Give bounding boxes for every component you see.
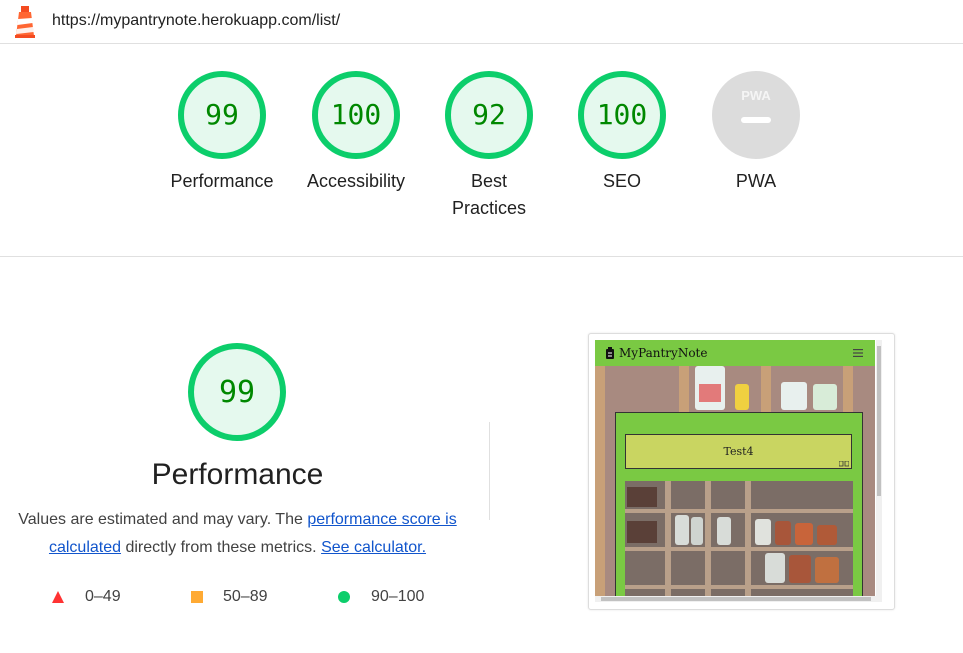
gauge-pwa[interactable]: PWA PWA xyxy=(696,70,816,195)
score-gauge-icon: 99 xyxy=(178,71,266,159)
performance-title: Performance xyxy=(151,458,324,491)
app-brand: MyPantryNote xyxy=(619,346,708,360)
gauge-seo[interactable]: 100 SEO xyxy=(562,70,682,195)
list-item: Test4 xyxy=(625,434,852,469)
gauge-label: Accessibility xyxy=(306,171,406,191)
gauge-label: Best Practices xyxy=(429,168,549,222)
legend-fail: 0–49 xyxy=(51,588,121,606)
category-scores: 99 Performance 100 Accessibility 92 Best… xyxy=(0,44,963,257)
performance-gauge-large[interactable]: 99 xyxy=(137,342,337,442)
page-url[interactable]: https://mypantrynote.herokuapp.com/list/ xyxy=(52,12,340,30)
report-header: https://mypantrynote.herokuapp.com/list/ xyxy=(0,0,963,44)
legend-range: 0–49 xyxy=(85,588,121,605)
gauge-label: PWA xyxy=(735,171,777,191)
gauge-accessibility[interactable]: 100 Accessibility xyxy=(296,70,416,195)
gauge-performance[interactable]: 99 Performance xyxy=(162,70,282,195)
legend-average: 50–89 xyxy=(190,588,268,606)
gauge-score: 92 xyxy=(472,98,506,131)
circle-icon xyxy=(338,591,350,603)
performance-description: Values are estimated and may vary. The p… xyxy=(0,506,475,562)
score-gauge-icon: 100 xyxy=(578,71,666,159)
final-screenshot[interactable]: MyPantryNote Test4 xyxy=(588,333,895,610)
divider xyxy=(489,422,490,520)
see-calculator-link[interactable]: See calculator. xyxy=(321,539,426,556)
gauge-label-line1: Best xyxy=(470,171,508,191)
list-card: Test4 xyxy=(615,412,863,602)
legend-range: 90–100 xyxy=(371,588,425,605)
clipboard-icon xyxy=(606,347,614,359)
gauge-label-line2: Practices xyxy=(451,198,527,218)
score-gauge-icon: 99 xyxy=(188,343,286,441)
pwa-badge-icon: PWA xyxy=(712,71,800,159)
jars-image xyxy=(625,481,853,602)
square-icon xyxy=(191,591,203,603)
pantry-jars-image xyxy=(625,481,853,602)
vertical-scrollbar[interactable] xyxy=(876,340,882,602)
triangle-icon xyxy=(52,591,64,603)
lighthouse-logo-icon xyxy=(15,6,35,38)
scrollbar-thumb[interactable] xyxy=(877,346,881,496)
pwa-badge-text: PWA xyxy=(741,88,771,103)
app-navbar: MyPantryNote xyxy=(595,340,875,366)
legend-range: 50–89 xyxy=(223,588,268,605)
description-text: directly from these metrics. xyxy=(121,539,322,556)
score-gauge-icon: 100 xyxy=(312,71,400,159)
edit-delete-icons xyxy=(839,461,849,467)
gauge-score: 100 xyxy=(331,98,382,131)
gauge-best-practices[interactable]: 92 Best Practices xyxy=(429,70,549,222)
legend-pass: 90–100 xyxy=(337,588,424,606)
scrollbar-thumb[interactable] xyxy=(601,597,871,601)
screenshot-viewport: MyPantryNote Test4 xyxy=(595,340,882,602)
horizontal-scrollbar[interactable] xyxy=(595,596,882,602)
gauge-score: 100 xyxy=(597,98,648,131)
description-text: Values are estimated and may vary. The xyxy=(18,511,308,528)
score-gauge-icon: 92 xyxy=(445,71,533,159)
gauge-label: Performance xyxy=(170,171,274,191)
gauge-label: SEO xyxy=(602,171,641,191)
gauge-score: 99 xyxy=(205,98,239,131)
hamburger-menu-icon xyxy=(853,349,863,357)
gauge-score: 99 xyxy=(219,375,255,410)
